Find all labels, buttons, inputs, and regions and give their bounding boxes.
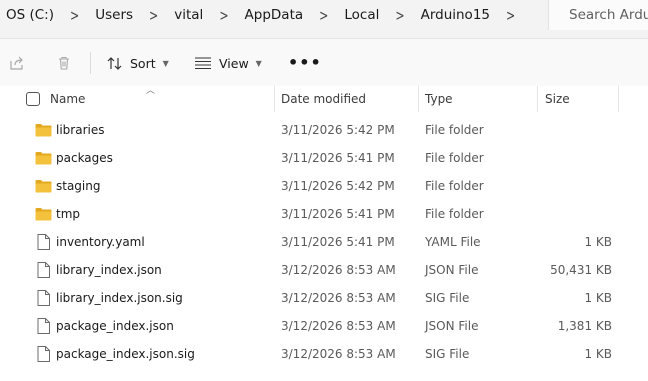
column-divider[interactable] bbox=[618, 86, 619, 112]
file-list: libraries 3/11/2026 5:42 PM File folder pac… bbox=[0, 116, 648, 368]
file-size: 1 KB bbox=[584, 235, 612, 249]
chevron-right-icon[interactable]: > bbox=[309, 6, 338, 24]
file-name[interactable]: inventory.yaml bbox=[56, 228, 145, 256]
file-size bbox=[540, 116, 612, 144]
breadcrumb-item[interactable]: Arduino15 bbox=[415, 7, 496, 23]
column-date-modified[interactable]: Date modified bbox=[281, 86, 366, 112]
file-row[interactable]: staging 3/11/2026 5:42 PM File folder bbox=[0, 172, 648, 200]
column-name[interactable]: Name bbox=[50, 86, 85, 112]
file-icon bbox=[34, 284, 52, 312]
file-size bbox=[540, 144, 612, 172]
file-date-modified: 3/12/2026 8:53 AM bbox=[281, 263, 396, 277]
select-all-checkbox[interactable] bbox=[26, 92, 40, 106]
sort-ascending-icon: ︿ bbox=[146, 86, 156, 96]
chevron-right-icon[interactable]: > bbox=[60, 6, 89, 24]
file-type: File folder bbox=[425, 123, 484, 137]
file-date-modified: 3/12/2026 8:53 AM bbox=[281, 347, 396, 361]
address-bar: OS (C:) > Users > vital > AppData > Loca… bbox=[0, 0, 648, 39]
column-divider[interactable] bbox=[418, 86, 419, 112]
view-button[interactable]: View ▼ bbox=[194, 52, 262, 74]
breadcrumb-item[interactable]: vital bbox=[168, 7, 209, 23]
file-icon bbox=[34, 228, 52, 256]
file-row[interactable]: package_index.json.sig 3/12/2026 8:53 AM S… bbox=[0, 340, 648, 368]
column-header: ︿ Name Date modified Type Size bbox=[0, 86, 648, 112]
file-date-modified: 3/11/2026 5:42 PM bbox=[281, 179, 395, 193]
folder-icon bbox=[34, 116, 52, 144]
file-size bbox=[540, 200, 612, 228]
file-name[interactable]: package_index.json.sig bbox=[56, 340, 195, 368]
chevron-right-icon[interactable]: > bbox=[209, 6, 238, 24]
file-date-modified: 3/11/2026 5:42 PM bbox=[281, 123, 395, 137]
file-row[interactable]: package_index.json 3/12/2026 8:53 AM JSON … bbox=[0, 312, 648, 340]
column-type[interactable]: Type bbox=[425, 86, 453, 112]
file-name[interactable]: library_index.json bbox=[56, 256, 162, 284]
file-name[interactable]: staging bbox=[56, 172, 100, 200]
file-date-modified: 3/11/2026 5:41 PM bbox=[281, 235, 395, 249]
breadcrumb-item[interactable]: Local bbox=[338, 7, 385, 23]
file-size: 50,431 KB bbox=[550, 263, 612, 277]
search-input[interactable]: Search Arduino15 bbox=[548, 0, 648, 30]
chevron-right-icon[interactable]: > bbox=[139, 6, 168, 24]
folder-icon bbox=[34, 144, 52, 172]
column-divider[interactable] bbox=[537, 86, 538, 112]
view-icon bbox=[195, 57, 211, 70]
file-type: SIG File bbox=[425, 347, 470, 361]
file-type: SIG File bbox=[425, 291, 470, 305]
delete-icon[interactable] bbox=[55, 54, 73, 72]
chevron-right-icon[interactable]: > bbox=[385, 6, 414, 24]
chevron-right-icon[interactable]: > bbox=[496, 6, 525, 24]
file-type: File folder bbox=[425, 207, 484, 221]
folder-icon bbox=[34, 200, 52, 228]
file-icon bbox=[34, 340, 52, 368]
chevron-down-icon: ▼ bbox=[255, 58, 262, 68]
file-name[interactable]: libraries bbox=[56, 116, 104, 144]
file-size bbox=[540, 172, 612, 200]
folder-icon bbox=[34, 172, 52, 200]
file-date-modified: 3/11/2026 5:41 PM bbox=[281, 151, 395, 165]
file-type: File folder bbox=[425, 151, 484, 165]
view-label: View bbox=[219, 55, 249, 71]
breadcrumb: OS (C:) > Users > vital > AppData > Loca… bbox=[0, 0, 525, 30]
sort-label: Sort bbox=[130, 55, 156, 71]
file-date-modified: 3/12/2026 8:53 AM bbox=[281, 319, 396, 333]
file-icon bbox=[34, 312, 52, 340]
command-bar: Sort ▼ View ▼ ••• bbox=[0, 39, 648, 88]
file-icon bbox=[34, 256, 52, 284]
toolbar-divider bbox=[90, 52, 91, 74]
file-date-modified: 3/11/2026 5:41 PM bbox=[281, 207, 395, 221]
breadcrumb-item[interactable]: AppData bbox=[239, 7, 310, 23]
file-row[interactable]: libraries 3/11/2026 5:42 PM File folder bbox=[0, 116, 648, 144]
file-row[interactable]: library_index.json.sig 3/12/2026 8:53 AM S… bbox=[0, 284, 648, 312]
file-name[interactable]: tmp bbox=[56, 200, 80, 228]
file-name[interactable]: library_index.json.sig bbox=[56, 284, 183, 312]
file-type: JSON File bbox=[425, 319, 479, 333]
column-divider[interactable] bbox=[274, 86, 275, 112]
sort-icon bbox=[107, 56, 122, 70]
file-name[interactable]: packages bbox=[56, 144, 113, 172]
share-icon[interactable] bbox=[8, 54, 26, 72]
more-options-button[interactable]: ••• bbox=[288, 53, 322, 72]
file-date-modified: 3/12/2026 8:53 AM bbox=[281, 291, 396, 305]
file-row[interactable]: library_index.json 3/12/2026 8:53 AM JSON … bbox=[0, 256, 648, 284]
breadcrumb-item[interactable]: Users bbox=[89, 7, 139, 23]
file-type: JSON File bbox=[425, 263, 479, 277]
breadcrumb-item[interactable]: OS (C:) bbox=[0, 7, 60, 23]
file-row[interactable]: tmp 3/11/2026 5:41 PM File folder bbox=[0, 200, 648, 228]
file-size: 1 KB bbox=[584, 347, 612, 361]
file-name[interactable]: package_index.json bbox=[56, 312, 174, 340]
search-placeholder: Search Arduino15 bbox=[569, 7, 648, 23]
file-type: YAML File bbox=[425, 235, 481, 249]
column-size[interactable]: Size bbox=[545, 86, 570, 112]
chevron-down-icon: ▼ bbox=[162, 58, 169, 68]
file-row[interactable]: inventory.yaml 3/11/2026 5:41 PM YAML File… bbox=[0, 228, 648, 256]
sort-button[interactable]: Sort ▼ bbox=[106, 52, 169, 74]
file-size: 1 KB bbox=[584, 291, 612, 305]
file-size: 1,381 KB bbox=[557, 319, 612, 333]
file-type: File folder bbox=[425, 179, 484, 193]
file-row[interactable]: packages 3/11/2026 5:41 PM File folder bbox=[0, 144, 648, 172]
